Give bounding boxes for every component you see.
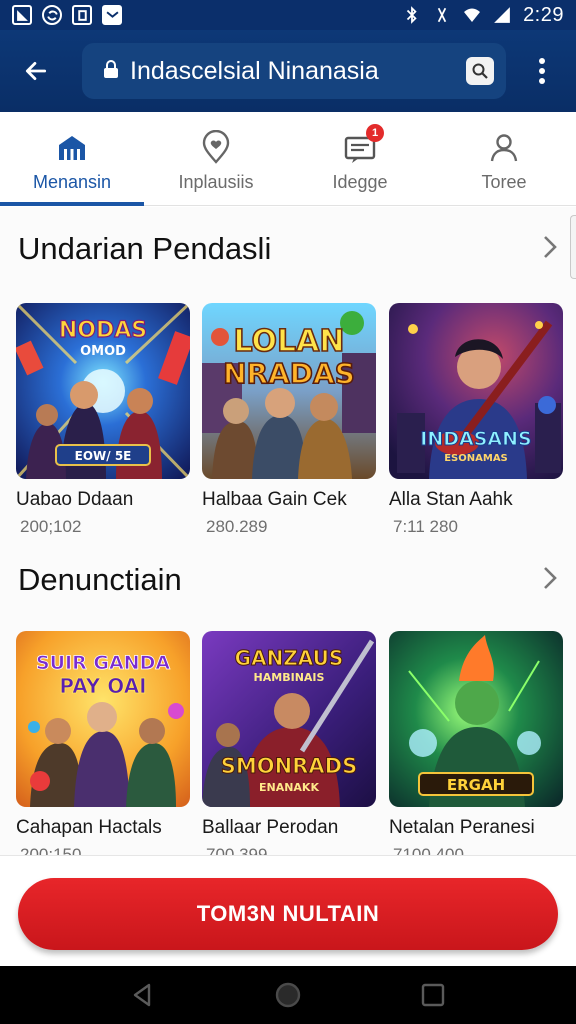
back-triangle-icon[interactable]: [129, 981, 157, 1009]
messages-icon: 1: [342, 124, 384, 166]
art-logo: SMONRADS: [221, 754, 357, 778]
game-thumbnail[interactable]: LOLAN NRADAS: [202, 303, 376, 479]
art-title: ERGAH: [447, 776, 505, 794]
location-heart-icon: [198, 129, 234, 166]
art-title: GANZAUS: [235, 646, 344, 670]
url-bar[interactable]: Indascelsial Ninanasia: [82, 43, 506, 99]
section-header[interactable]: Undarian Pendasli: [18, 231, 558, 267]
game-thumbnail[interactable]: INDASANS ESONAMAS: [389, 303, 563, 479]
tab-menansin[interactable]: Menansin: [0, 112, 144, 206]
game-card[interactable]: ERGAH Netalan Peranesi 7100 400: [389, 631, 563, 855]
game-title[interactable]: Alla Stan Aahk: [389, 489, 563, 511]
overflow-menu-button[interactable]: [532, 51, 552, 91]
system-nav-bar: [0, 966, 576, 1024]
game-thumbnail[interactable]: GANZAUS HAMBINAIS SMONRADS ENANAKK: [202, 631, 376, 807]
notification-badge: 1: [366, 124, 384, 142]
art-logo-sub: ENANAKK: [259, 781, 319, 794]
mail-notification-icon: [102, 5, 122, 25]
app-bar: Indascelsial Ninanasia: [0, 30, 576, 112]
game-thumbnail[interactable]: ERGAH: [389, 631, 563, 807]
tab-toree[interactable]: Toree: [432, 112, 576, 206]
game-meta: 280.289: [206, 517, 268, 536]
tab-bar: Menansin Inplausiis 1 Idegge Toree: [0, 112, 576, 206]
game-title[interactable]: Uabao Ddaan: [16, 489, 190, 511]
art-subtitle: ESONAMAS: [444, 453, 508, 464]
section-header[interactable]: Denunctiain: [18, 562, 558, 598]
status-time: 2:29: [523, 3, 564, 26]
art-title: SUIR GANDA: [36, 652, 170, 674]
chevron-right-icon[interactable]: [542, 234, 558, 265]
game-card[interactable]: GANZAUS HAMBINAIS SMONRADS ENANAKK Balla…: [202, 631, 376, 855]
game-meta: 7100 400: [393, 845, 464, 855]
chevron-right-icon[interactable]: [542, 565, 558, 596]
art-subtitle: PAY OAI: [59, 674, 146, 698]
status-bar: 2:29: [0, 0, 576, 30]
tab-idegge[interactable]: 1 Idegge: [288, 112, 432, 206]
recents-square-icon[interactable]: [419, 981, 447, 1009]
image-notification-icon: [12, 5, 32, 25]
sync-notification-icon: [42, 5, 62, 25]
game-card[interactable]: INDASANS ESONAMAS Alla Stan Aahk 7:11 28…: [389, 303, 563, 537]
signal-icon: [494, 7, 510, 23]
more-vert-icon: [539, 58, 545, 84]
tab-label: Idegge: [332, 172, 388, 192]
status-notifications: [12, 5, 122, 25]
tab-label: Inplausiis: [178, 172, 254, 192]
art-subtitle: HAMBINAIS: [254, 671, 325, 684]
search-icon: [472, 63, 488, 79]
tab-inplausiis[interactable]: Inplausiis: [144, 112, 288, 206]
status-system: 2:29: [403, 4, 564, 27]
home-circle-icon[interactable]: [274, 981, 302, 1009]
tab-label: Toree: [481, 172, 527, 192]
game-card[interactable]: NODAS OMOD EOW/ 5E Uabao Ddaan 200;102: [16, 303, 190, 537]
art-title: NODAS: [59, 318, 147, 343]
game-card[interactable]: LOLAN NRADAS Halbaa Gain Cek 280.289: [202, 303, 376, 537]
back-button[interactable]: [14, 49, 58, 93]
lock-icon: [102, 59, 120, 84]
game-meta: 200:150: [20, 845, 82, 855]
game-title[interactable]: Ballaar Perodan: [202, 817, 376, 839]
profile-icon: [486, 130, 522, 166]
search-button[interactable]: [466, 57, 494, 85]
art-title: LOLAN: [234, 324, 345, 359]
game-title[interactable]: Halbaa Gain Cek: [202, 489, 376, 511]
bottom-action-area: TOM3N NULTAIN: [0, 855, 576, 966]
game-thumbnail[interactable]: NODAS OMOD EOW/ 5E: [16, 303, 190, 479]
section-title: Denunctiain: [18, 562, 182, 597]
game-thumbnail[interactable]: SUIR GANDA PAY OAI: [16, 631, 190, 807]
home-icon: [54, 130, 90, 166]
app-notification-icon: [72, 5, 92, 25]
art-subtitle: OMOD: [80, 344, 126, 359]
scroll-indicator[interactable]: [570, 215, 576, 279]
content-scroll-area[interactable]: Undarian Pendasli NODAS OMOD EOW/ 5E Uab…: [0, 207, 576, 855]
active-tab-indicator: [0, 202, 144, 206]
game-card[interactable]: SUIR GANDA PAY OAI Cahapan Hactals 200:1…: [16, 631, 190, 855]
game-meta: 7:11 280: [393, 517, 458, 536]
tab-label: Menansin: [32, 172, 112, 192]
art-badge: EOW/ 5E: [75, 449, 132, 463]
game-title[interactable]: Cahapan Hactals: [16, 817, 190, 839]
wifi-icon: [464, 8, 481, 22]
game-meta: 700.399: [206, 845, 268, 855]
art-title: INDASANS: [420, 428, 531, 450]
back-arrow-icon: [25, 62, 47, 80]
vibrate-icon: [437, 7, 447, 23]
url-text[interactable]: Indascelsial Ninanasia: [130, 57, 466, 86]
section-title: Undarian Pendasli: [18, 231, 272, 266]
game-meta: 200;102: [20, 517, 82, 536]
art-subtitle: NRADAS: [223, 357, 355, 390]
primary-action-button[interactable]: TOM3N NULTAIN: [18, 878, 558, 950]
bluetooth-icon: [406, 6, 417, 24]
game-title[interactable]: Netalan Peranesi: [389, 817, 563, 839]
